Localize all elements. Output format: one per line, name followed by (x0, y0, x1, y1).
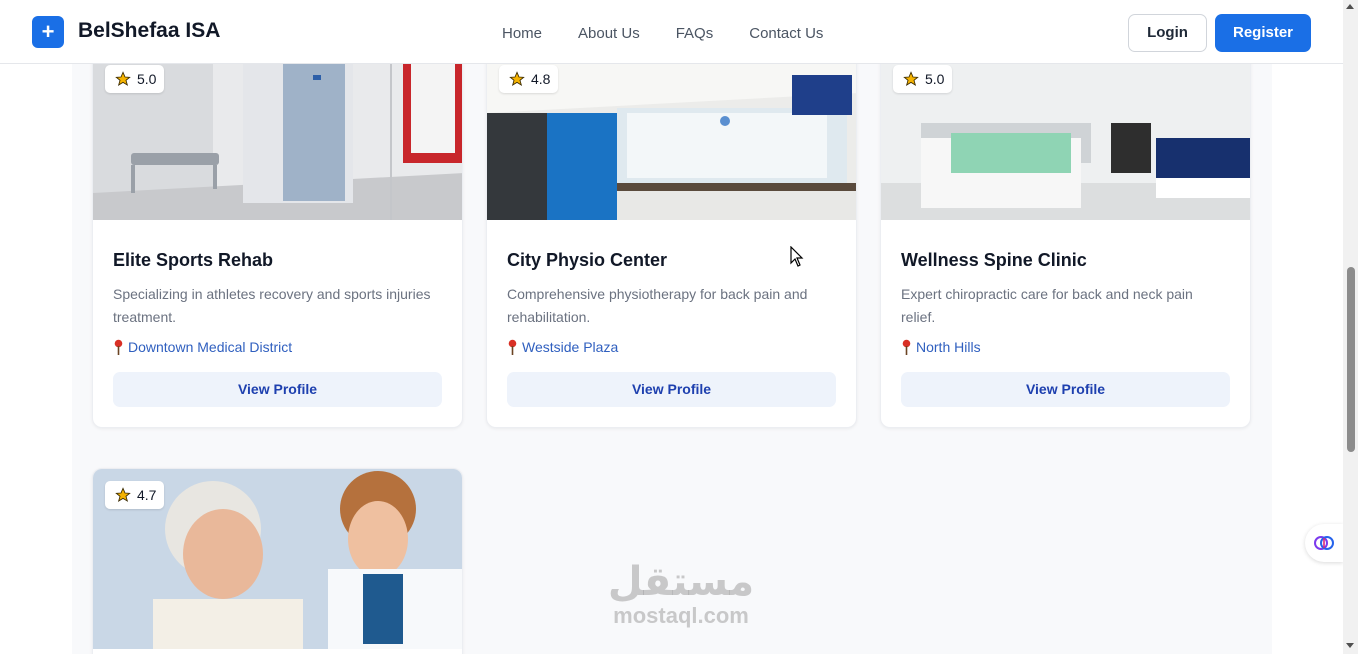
scroll-up-arrow-icon[interactable] (1346, 4, 1354, 9)
clinic-name: Elite Sports Rehab (113, 250, 274, 270)
rating-badge: 5.0 (893, 65, 953, 93)
clinic-location-text[interactable]: Westside Plaza (522, 339, 618, 355)
watermark: مستقل mostaql.com (596, 560, 766, 628)
clinic-photo-reception: 4.8 (487, 53, 856, 220)
rating-badge: 4.7 (105, 481, 165, 509)
star-icon (115, 487, 131, 502)
scroll-down-arrow-icon[interactable] (1346, 643, 1354, 648)
clinic-card: 4.7 (92, 468, 463, 654)
clinic-description: Specializing in athletes recovery and sp… (113, 286, 431, 325)
top-navbar: + BelShefaa ISA Home About Us FAQs Conta… (0, 0, 1343, 64)
nav-faqs-link[interactable]: FAQs (676, 25, 714, 42)
clinic-photo-doctor-patient: 4.7 (93, 469, 462, 649)
brain-icon (1314, 536, 1334, 550)
assistant-widget-button[interactable] (1305, 524, 1343, 562)
map-pin-icon (508, 339, 517, 355)
clinic-location-text[interactable]: Downtown Medical District (128, 339, 292, 355)
main-nav: Home About Us FAQs Contact Us (502, 25, 823, 42)
clinic-description: Comprehensive physiotherapy for back pai… (507, 286, 808, 325)
clinic-location[interactable]: Downtown Medical District (113, 339, 442, 355)
star-icon (509, 71, 525, 86)
clinic-card: 5.0 Elite Sports Rehab Specializing in a… (92, 52, 463, 428)
clinic-location[interactable]: Westside Plaza (507, 339, 836, 355)
rating-value: 4.7 (137, 487, 157, 503)
login-button[interactable]: Login (1128, 14, 1207, 52)
star-icon (903, 71, 919, 86)
clinic-location[interactable]: North Hills (901, 339, 1230, 355)
page-scrollbar[interactable] (1343, 0, 1358, 654)
clinic-card: 5.0 Wellness Spine Clinic Expert chiropr… (880, 52, 1251, 428)
clinic-photo-hallway: 5.0 (93, 53, 462, 220)
rating-value: 5.0 (925, 71, 945, 87)
rating-value: 4.8 (531, 71, 551, 87)
nav-contact-link[interactable]: Contact Us (749, 25, 823, 42)
clinic-photo-hospital-room: 5.0 (881, 53, 1250, 220)
scrollbar-thumb[interactable] (1347, 267, 1355, 452)
clinic-name: City Physio Center (507, 250, 668, 270)
watermark-latin: mostaql.com (613, 603, 749, 628)
rating-value: 5.0 (137, 71, 157, 87)
logo-plus-icon[interactable]: + (32, 16, 64, 48)
brand-name[interactable]: BelShefaa ISA (78, 19, 220, 43)
clinic-card: 4.8 City Physio Center Comprehensive phy… (486, 52, 857, 428)
rating-badge: 5.0 (105, 65, 165, 93)
star-icon (115, 71, 131, 86)
clinic-description: Expert chiropractic care for back and ne… (901, 286, 1193, 325)
watermark-arabic: مستقل (607, 559, 755, 605)
rating-badge: 4.8 (499, 65, 559, 93)
register-button[interactable]: Register (1215, 14, 1311, 52)
view-profile-button[interactable]: View Profile (113, 372, 442, 407)
clinic-name: Wellness Spine Clinic (901, 250, 1087, 270)
view-profile-button[interactable]: View Profile (901, 372, 1230, 407)
map-pin-icon (902, 339, 911, 355)
clinic-location-text[interactable]: North Hills (916, 339, 981, 355)
map-pin-icon (114, 339, 123, 355)
nav-about-link[interactable]: About Us (578, 25, 640, 42)
view-profile-button[interactable]: View Profile (507, 372, 836, 407)
mouse-cursor-icon (790, 246, 804, 267)
nav-home-link[interactable]: Home (502, 25, 542, 42)
